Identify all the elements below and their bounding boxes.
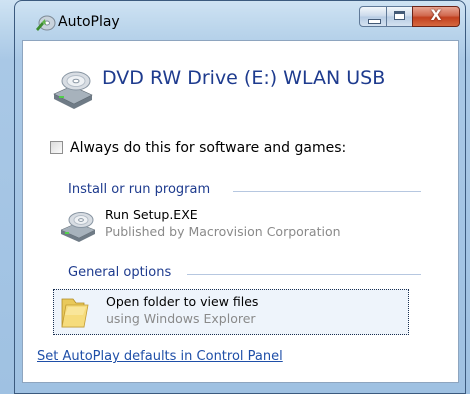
minimize-icon xyxy=(368,19,381,24)
section-heading-install: Install or run program xyxy=(68,182,211,197)
autoplay-window: AutoPlay X DVD RW Drive (E:) WLAN USB Al… xyxy=(0,0,470,394)
folder-icon xyxy=(61,298,89,328)
maximize-button[interactable] xyxy=(386,6,413,27)
autoplay-icon xyxy=(36,15,56,31)
section-heading-general: General options xyxy=(68,265,172,280)
open-folder-title: Open folder to view files xyxy=(106,294,259,309)
minimize-button[interactable] xyxy=(359,6,387,27)
setup-drive-icon xyxy=(60,212,96,242)
dvd-drive-icon xyxy=(53,71,93,109)
open-folder-option[interactable]: Open folder to view files using Windows … xyxy=(53,289,409,335)
always-checkbox-label[interactable]: Always do this for software and games: xyxy=(70,140,346,156)
close-icon: X xyxy=(430,8,442,24)
close-button[interactable]: X xyxy=(412,6,460,27)
always-checkbox[interactable] xyxy=(50,141,63,154)
autoplay-defaults-link[interactable]: Set AutoPlay defaults in Control Panel xyxy=(37,349,283,364)
section-divider xyxy=(233,191,421,192)
open-folder-subtitle: using Windows Explorer xyxy=(106,311,256,326)
run-setup-title: Run Setup.EXE xyxy=(105,207,198,222)
section-divider xyxy=(187,274,421,275)
run-setup-publisher: Published by Macrovision Corporation xyxy=(105,224,341,239)
dialog-content: DVD RW Drive (E:) WLAN USB Always do thi… xyxy=(22,40,459,383)
window-title: AutoPlay xyxy=(58,14,120,30)
run-setup-option[interactable]: Run Setup.EXE Published by Macrovision C… xyxy=(53,203,413,249)
maximize-icon xyxy=(394,11,405,20)
title-bar[interactable]: AutoPlay X xyxy=(14,0,466,40)
device-title: DVD RW Drive (E:) WLAN USB xyxy=(102,67,386,89)
